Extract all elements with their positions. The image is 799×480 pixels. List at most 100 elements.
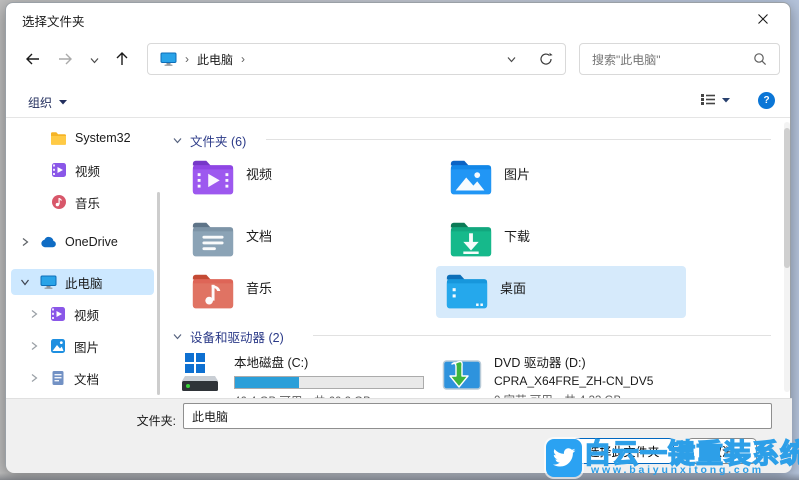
folder-tile-downloads[interactable]: 下载: [440, 214, 690, 266]
breadcrumb-separator: ›: [241, 52, 246, 66]
folder-tile-label: 下载: [504, 229, 531, 244]
drive-name: 本地磁盘 (C:): [234, 356, 309, 370]
drive-volume-label: CPRA_X64FRE_ZH-CN_DV5: [494, 374, 654, 388]
watermark-logo: [546, 439, 582, 477]
caret-down-icon: [59, 100, 68, 105]
drive-item-c[interactable]: 本地磁盘 (C:) 46.4 GB 可用，共 60.2 GB: [178, 352, 434, 398]
sidebar-scrollbar[interactable]: [157, 192, 160, 395]
sidebar-item-system32[interactable]: System32: [11, 125, 154, 151]
folder-tile-label: 视频: [246, 167, 273, 182]
details-view-icon: [701, 94, 715, 105]
folder-name-input[interactable]: 此电脑: [183, 403, 772, 429]
organize-label: 组织: [28, 95, 53, 110]
sidebar-item-music[interactable]: 音乐: [11, 189, 154, 215]
chevron-down-icon[interactable]: [19, 277, 31, 287]
computer-icon: [40, 274, 57, 291]
caret-down-icon: [722, 97, 730, 102]
disk-usage-fill: [235, 377, 299, 388]
folder-tile-desktop[interactable]: 桌面: [436, 266, 686, 318]
change-view-button[interactable]: [700, 92, 730, 107]
chevron-down-icon: [90, 58, 98, 64]
items-view: 文件夹 (6) 视频 图片 文档 下载 音乐 桌面 设备和驱动器 (2) 本地磁…: [164, 118, 792, 398]
forward-button[interactable]: [56, 50, 74, 68]
command-toolbar: 组织 ?: [6, 87, 790, 117]
sidebar-item-videos-child[interactable]: 视频: [11, 301, 154, 327]
folder-tile-videos[interactable]: 视频: [182, 152, 432, 204]
organize-menu-button[interactable]: 组织: [28, 91, 68, 113]
music-icon: [50, 194, 67, 211]
group-header-drives[interactable]: 设备和驱动器 (2): [172, 327, 284, 346]
drive-item-dvd[interactable]: DVD 驱动器 (D:) CPRA_X64FRE_ZH-CN_DV5 0 字节 …: [442, 352, 694, 398]
main-scrollbar-thumb[interactable]: [784, 128, 790, 268]
chevron-right-icon[interactable]: [28, 373, 40, 383]
music-folder-icon: [192, 274, 234, 309]
folder-name-value: 此电脑: [192, 409, 229, 424]
chevron-down-icon[interactable]: [172, 331, 183, 342]
sidebar-item-label: System32: [75, 131, 131, 145]
sidebar-item-label: 此电脑: [65, 276, 103, 291]
navigation-pane: System32 视频 音乐 OneDrive 此电脑 视频 图片 文档: [6, 118, 164, 398]
disk-usage-bar: [234, 376, 424, 389]
chevron-right-icon[interactable]: [28, 309, 40, 319]
main-scrollbar[interactable]: [784, 122, 790, 392]
dialog-body: System32 视频 音乐 OneDrive 此电脑 视频 图片 文档 文件夹…: [6, 118, 792, 398]
group-header-folders[interactable]: 文件夹 (6): [172, 131, 246, 150]
sidebar-item-label: 图片: [74, 340, 100, 355]
breadcrumb-this-pc[interactable]: 此电脑: [197, 51, 233, 68]
chevron-down-icon[interactable]: [172, 135, 183, 146]
up-button[interactable]: [113, 50, 131, 68]
sidebar-item-videos[interactable]: 视频: [11, 157, 154, 183]
sidebar-item-label: 视频: [75, 164, 101, 179]
picture-folder-icon: [450, 160, 492, 195]
folder-tile-label: 音乐: [246, 281, 273, 296]
document-folder-icon: [192, 222, 234, 257]
navigation-row: › 此电脑 › 搜索"此电脑": [6, 41, 790, 77]
help-label: ?: [763, 95, 770, 106]
desktop-background: 选择文件夹 › 此电脑 › 搜索"此电脑" 组织 ? System32 视频 音…: [0, 0, 799, 480]
folder-tile-label: 图片: [504, 167, 531, 182]
address-dropdown-icon[interactable]: [506, 54, 517, 65]
sidebar-item-this-pc[interactable]: 此电脑: [11, 269, 154, 295]
folder-tile-pictures[interactable]: 图片: [440, 152, 690, 204]
search-box[interactable]: 搜索"此电脑": [579, 43, 780, 75]
sidebar-item-label: 文档: [74, 372, 100, 387]
sidebar-item-onedrive[interactable]: OneDrive: [11, 229, 154, 255]
video-folder-icon: [192, 160, 234, 195]
folder-field-label: 文件夹:: [136, 414, 176, 428]
title-bar: 选择文件夹: [6, 3, 790, 33]
folder-tile-label: 桌面: [500, 281, 527, 296]
local-disk-icon: [182, 353, 218, 391]
help-button[interactable]: ?: [758, 92, 775, 109]
folder-tile-music[interactable]: 音乐: [182, 266, 432, 318]
recent-locations-button[interactable]: [88, 54, 100, 66]
folder-tile-label: 文档: [246, 229, 273, 244]
group-title: 设备和驱动器 (2): [190, 331, 284, 345]
close-icon: [758, 14, 768, 24]
desktop-folder-icon: [446, 274, 488, 309]
address-bar[interactable]: › 此电脑 ›: [147, 43, 566, 75]
sidebar-item-documents[interactable]: 文档: [11, 365, 154, 391]
folder-tile-documents[interactable]: 文档: [182, 214, 432, 266]
video-icon: [49, 306, 66, 323]
computer-icon: [160, 52, 177, 66]
chevron-right-icon[interactable]: [19, 237, 31, 247]
group-title: 文件夹 (6): [190, 135, 247, 149]
drive-name: DVD 驱动器 (D:): [494, 356, 586, 370]
dvd-drive-icon: [442, 360, 482, 390]
arrow-right-icon: [59, 53, 72, 65]
search-icon[interactable]: [753, 52, 767, 66]
sidebar-item-pictures[interactable]: 图片: [11, 333, 154, 359]
select-folder-dialog: 选择文件夹 › 此电脑 › 搜索"此电脑" 组织 ? System32 视频 音…: [5, 2, 792, 473]
onedrive-icon: [40, 234, 57, 251]
folder-icon: [50, 130, 67, 147]
breadcrumb-separator: ›: [185, 52, 189, 66]
sidebar-item-label: 音乐: [75, 196, 101, 211]
video-icon: [50, 162, 67, 179]
download-folder-icon: [450, 222, 492, 257]
back-button[interactable]: [24, 50, 42, 68]
group-divider: [313, 335, 771, 336]
close-button[interactable]: [746, 7, 780, 31]
search-placeholder: 搜索"此电脑": [592, 52, 661, 67]
chevron-right-icon[interactable]: [28, 341, 40, 351]
refresh-icon[interactable]: [539, 52, 553, 66]
